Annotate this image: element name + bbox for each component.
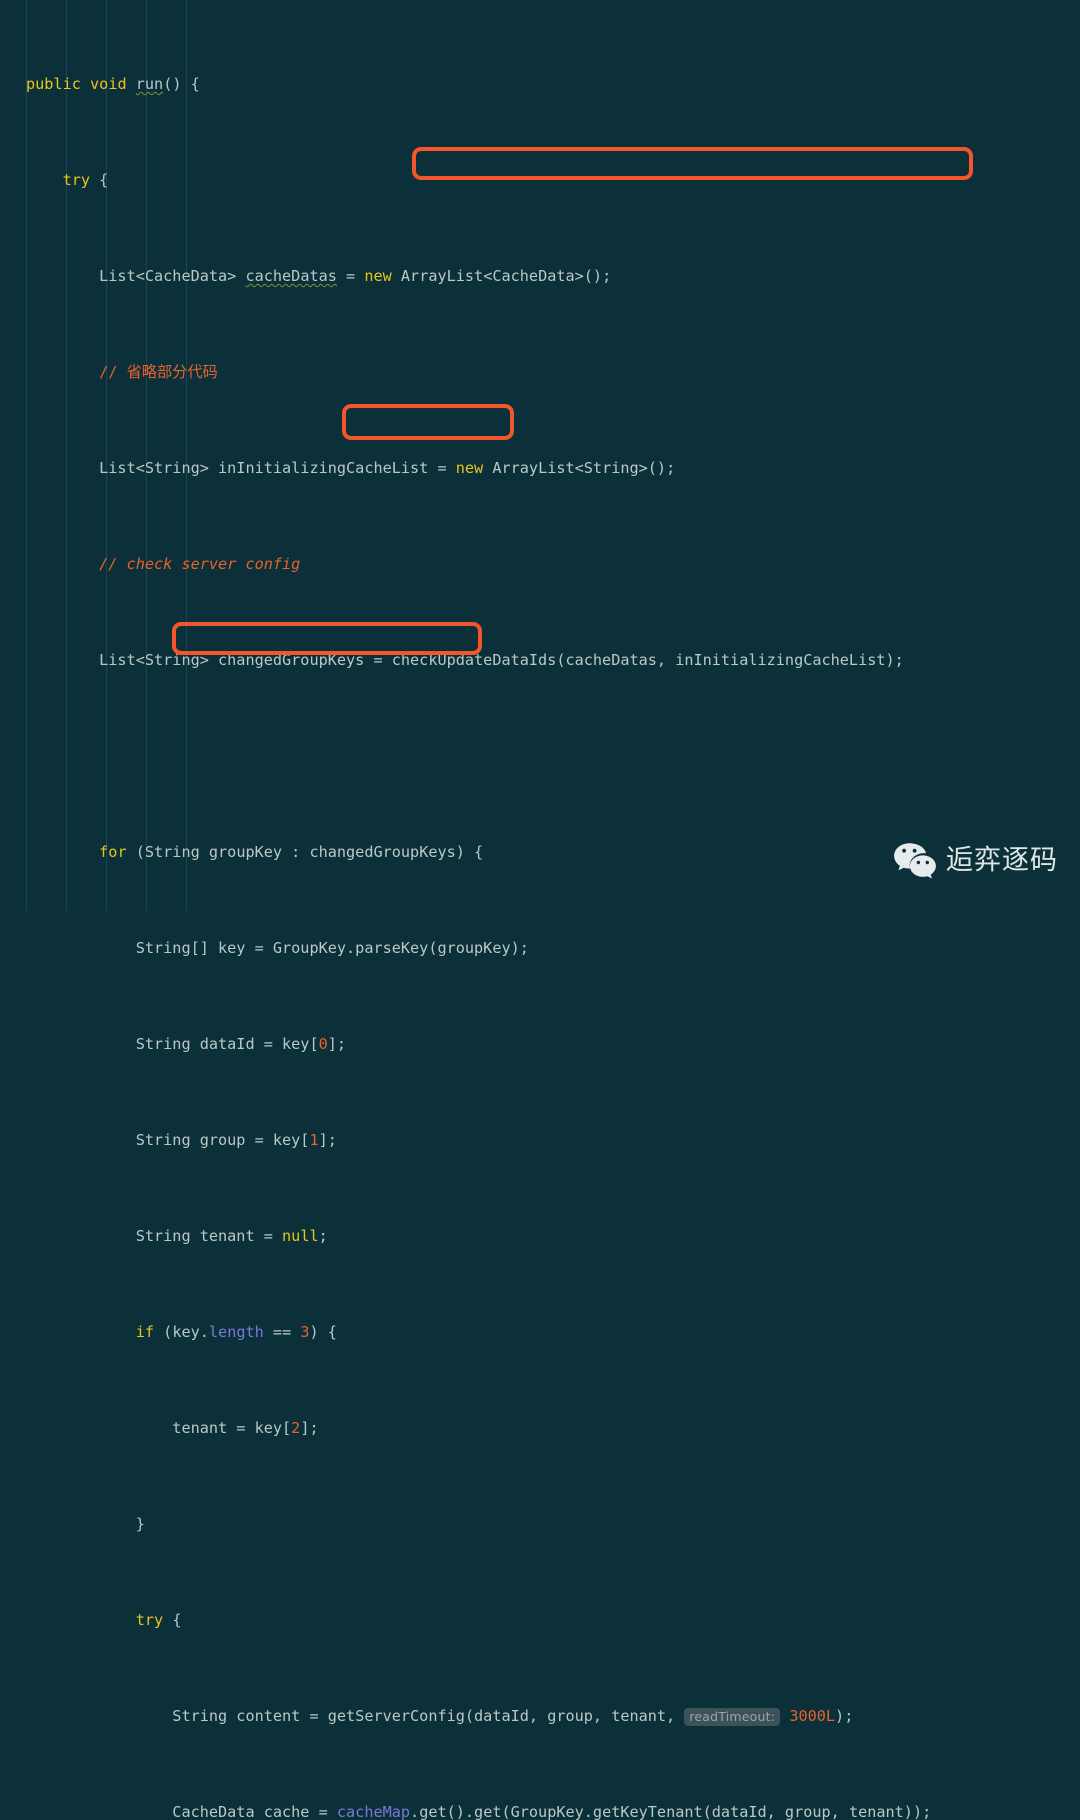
wechat-icon xyxy=(893,841,937,879)
code-line: String dataId = key[0]; xyxy=(26,1035,347,1053)
comment-omitted-code: // 省略部分代码 xyxy=(99,363,218,381)
code-line: CacheData cache = cacheMap.get().get(Gro… xyxy=(26,1803,932,1820)
code-line: try { xyxy=(62,171,109,189)
comment-check-server-config: // check server config xyxy=(99,555,301,573)
code-line: try { xyxy=(135,1611,182,1629)
code-line: String tenant = null; xyxy=(26,1227,328,1245)
code-line: public void run() { xyxy=(26,75,200,93)
code-line: List<String> inInitializingCacheList = n… xyxy=(26,459,676,477)
code-line-comment-omitted: // 省略部分代码 xyxy=(0,360,1080,384)
code-line: String content = getServerConfig(dataId,… xyxy=(26,1707,854,1726)
code-line: List<CacheData> cacheDatas = new ArrayLi… xyxy=(26,267,612,285)
code-line: tenant = key[2]; xyxy=(26,1419,319,1437)
code-editor-screenshot: public void run() { try { List<CacheData… xyxy=(0,0,1080,1820)
method-name-run: run xyxy=(135,75,164,93)
code-line: } xyxy=(26,1515,145,1533)
inlay-hint-read-timeout: readTimeout: xyxy=(684,1708,781,1726)
watermark: 逅弈逐码 xyxy=(893,841,1058,879)
code-line-comment-check-server: // check server config xyxy=(0,552,1080,576)
code-line: String group = key[1]; xyxy=(26,1131,337,1149)
code-block[interactable]: public void run() { try { List<CacheData… xyxy=(0,0,1080,1820)
code-line: if (key.length == 3) { xyxy=(135,1323,337,1341)
code-line: String[] key = GroupKey.parseKey(groupKe… xyxy=(26,939,529,957)
watermark-text: 逅弈逐码 xyxy=(946,844,1058,876)
code-line: List<String> changedGroupKeys = checkUpd… xyxy=(26,651,904,669)
